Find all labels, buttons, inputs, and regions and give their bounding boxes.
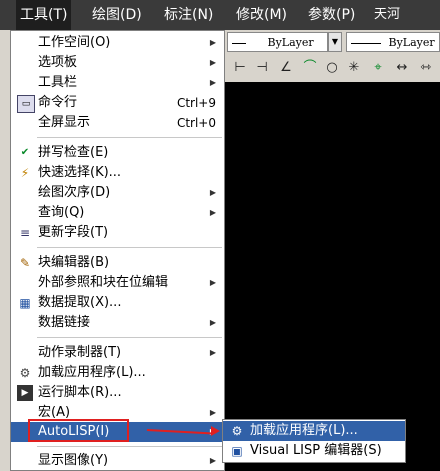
submenu-item-visual-lisp-editor[interactable]: ▣ Visual LISP 编辑器(S)	[223, 441, 405, 461]
properties-toolbar: ByLayer ▼ ByLayer ⊢ ⊣ ∠ ⌒ ○ ✳ ⌖ ↔ ⇿	[225, 30, 440, 82]
menu-item-palettes[interactable]: 选项板 ▶	[11, 53, 224, 73]
point-tool-icon[interactable]: ✳	[345, 59, 363, 77]
submenu-arrow-icon: ▶	[209, 456, 216, 465]
menu-item-command-line[interactable]: ▭ 命令行 Ctrl+9	[11, 93, 224, 113]
menu-item-load-application[interactable]: ⚙ 加载应用程序(L)...	[11, 363, 224, 383]
lineweight-value: ByLayer	[388, 36, 435, 49]
menu-item-action-recorder[interactable]: 动作录制器(T) ▶	[11, 343, 224, 363]
menu-separator	[37, 337, 222, 338]
menu-item-workspace[interactable]: 工作空间(O) ▶	[11, 33, 224, 53]
menu-item-toolbars[interactable]: 工具栏 ▶	[11, 73, 224, 93]
run-script-icon: ▶	[17, 385, 33, 401]
menu-draw[interactable]: 绘图(D)	[88, 0, 146, 30]
submenu-arrow-icon: ▶	[209, 58, 216, 67]
submenu-arrow-icon: ▶	[209, 348, 216, 357]
load-application-icon: ⚙	[19, 366, 31, 380]
visual-lisp-editor-icon: ▣	[231, 444, 243, 458]
block-editor-icon: ✎	[19, 256, 31, 270]
angle-icon[interactable]: ∠	[277, 59, 295, 77]
menu-modify[interactable]: 修改(M)	[232, 0, 291, 30]
menu-item-update-fields[interactable]: ≡ 更新字段(T)	[11, 223, 224, 243]
data-extraction-icon: ▦	[19, 296, 31, 310]
drawing-canvas[interactable]	[225, 82, 440, 471]
menu-dimension[interactable]: 标注(N)	[160, 0, 217, 30]
tools-menu: 工作空间(O) ▶ 选项板 ▶ 工具栏 ▶ ▭ 命令行 Ctrl+9 全屏显示 …	[10, 30, 225, 471]
menu-item-run-script[interactable]: ▶ 运行脚本(R)...	[11, 383, 224, 403]
menu-bar: 工具(T) 绘图(D) 标注(N) 修改(M) 参数(P) 天河PCCAD	[0, 0, 440, 52]
menu-item-data-extraction[interactable]: ▦ 数据提取(X)...	[11, 293, 224, 313]
snap-tool-icon[interactable]: ⌖	[369, 59, 387, 77]
submenu-arrow-icon: ▶	[209, 278, 216, 287]
menu-tianhe-pccad[interactable]: 天河PCCAD	[370, 0, 440, 52]
lineweight-select[interactable]: ByLayer	[346, 32, 440, 52]
menu-separator	[37, 247, 222, 248]
menu-item-inquiry[interactable]: 查询(Q) ▶	[11, 203, 224, 223]
submenu-arrow-icon: ▶	[209, 188, 216, 197]
submenu-item-load-application[interactable]: ⚙ 加载应用程序(L)...	[223, 421, 405, 441]
menu-item-display-image[interactable]: 显示图像(Y) ▶	[11, 451, 224, 471]
submenu-arrow-icon: ▶	[209, 208, 216, 217]
spell-check-icon: ✔	[20, 147, 30, 158]
distance-tool-icon[interactable]: ↔	[393, 59, 411, 77]
menu-item-xref-inplace-edit[interactable]: 外部参照和块在位编辑 ▶	[11, 273, 224, 293]
autolisp-submenu: ⚙ 加载应用程序(L)... ▣ Visual LISP 编辑器(S)	[222, 419, 406, 463]
submenu-arrow-icon: ▶	[209, 408, 216, 417]
menu-item-data-links[interactable]: 数据链接 ▶	[11, 313, 224, 333]
submenu-arrow-icon: ▶	[209, 318, 216, 327]
menu-item-quick-select[interactable]: ⚡ 快速选择(K)...	[11, 163, 224, 183]
measure-tool-icon[interactable]: ⇿	[417, 59, 435, 77]
circle-tool-icon[interactable]: ○	[323, 59, 341, 77]
menu-parameters[interactable]: 参数(P)	[304, 0, 359, 30]
dimension-aligned-icon[interactable]: ⊣	[253, 59, 271, 77]
menu-item-spell-check[interactable]: ✔ 拼写检查(E)	[11, 143, 224, 163]
linetype-select[interactable]: ByLayer	[227, 32, 328, 52]
linetype-dropdown-arrow[interactable]: ▼	[328, 32, 342, 52]
linetype-value: ByLayer	[267, 36, 314, 49]
menu-item-block-editor[interactable]: ✎ 块编辑器(B)	[11, 253, 224, 273]
command-line-icon: ▭	[17, 95, 35, 113]
menu-tools[interactable]: 工具(T)	[16, 0, 72, 30]
load-application-icon: ⚙	[231, 424, 243, 438]
submenu-arrow-icon: ▶	[209, 38, 216, 47]
dimension-linear-icon[interactable]: ⊢	[231, 59, 249, 77]
arc-tool-icon[interactable]: ⌒	[301, 59, 319, 77]
menu-item-fullscreen[interactable]: 全屏显示 Ctrl+0	[11, 113, 224, 133]
line-sample-icon	[232, 42, 246, 44]
menu-separator	[37, 446, 222, 447]
annotation-arrow-head	[211, 426, 220, 436]
line-sample-icon	[351, 42, 381, 44]
update-fields-icon: ≡	[19, 226, 31, 240]
annotation-highlight-box	[28, 419, 129, 442]
menu-separator	[37, 137, 222, 138]
quick-select-icon: ⚡	[20, 166, 30, 180]
submenu-arrow-icon: ▶	[209, 78, 216, 87]
menu-item-draw-order[interactable]: 绘图次序(D) ▶	[11, 183, 224, 203]
